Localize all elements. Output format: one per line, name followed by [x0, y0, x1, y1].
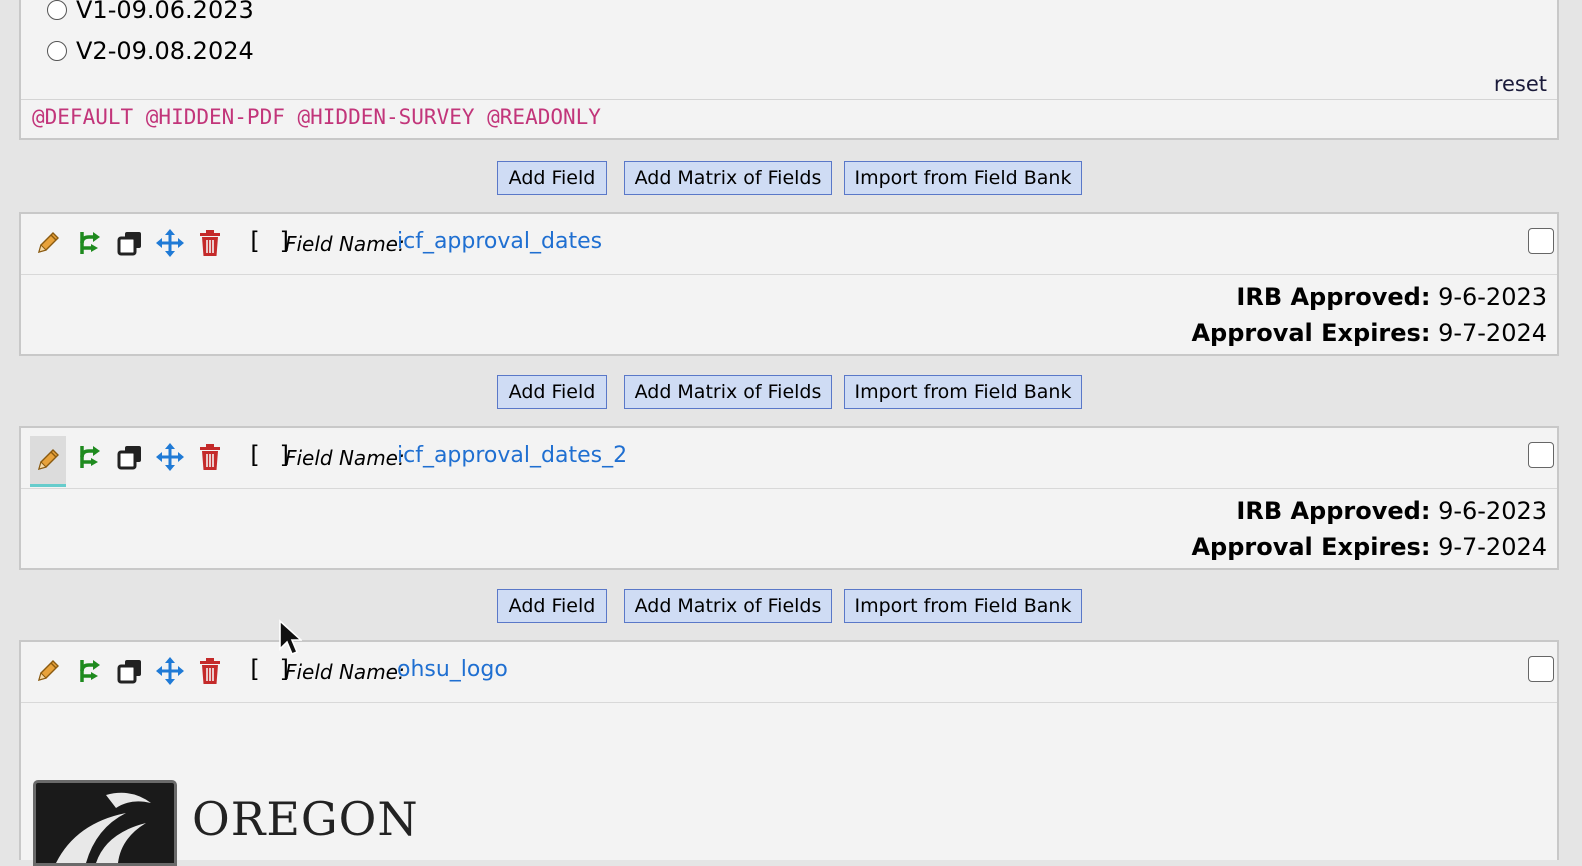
- field-name-value[interactable]: ohsu_logo: [397, 657, 508, 682]
- pencil-icon[interactable]: [33, 228, 63, 258]
- field-body: IRB Approved: 9-6-2023 Approval Expires:…: [21, 275, 1557, 354]
- field-name-label: Field Name:: [285, 660, 405, 684]
- import-field-bank-button[interactable]: Import from Field Bank: [844, 375, 1082, 409]
- irb-approved-line: IRB Approved: 9-6-2023: [1236, 283, 1547, 311]
- field-select-checkbox[interactable]: [1528, 228, 1554, 254]
- radio-button[interactable]: [47, 0, 67, 20]
- field-header: [ ] Field Name: icf_approval_dates: [21, 214, 1557, 275]
- branching-icon[interactable]: [75, 656, 105, 686]
- mouse-cursor-icon: [279, 619, 302, 656]
- field-block-icf-approval-dates-2: [ ] Field Name: icf_approval_dates_2 IRB…: [19, 426, 1559, 570]
- import-field-bank-button[interactable]: Import from Field Bank: [844, 589, 1082, 623]
- previous-field-block: V1-09.06.2023 V2-09.08.2024 reset @DEFAU…: [19, 0, 1559, 140]
- ohsu-logo-emblem: [33, 780, 177, 866]
- add-matrix-button[interactable]: Add Matrix of Fields: [624, 589, 832, 623]
- field-header: [ ] Field Name: icf_approval_dates_2: [21, 428, 1557, 489]
- import-field-bank-button[interactable]: Import from Field Bank: [844, 161, 1082, 195]
- move-icon[interactable]: [155, 442, 185, 472]
- logo-wordmark: OREGON: [192, 792, 419, 846]
- irb-approved-label: IRB Approved:: [1236, 497, 1431, 525]
- irb-approved-value: 9-6-2023: [1438, 497, 1547, 525]
- add-field-button[interactable]: Add Field: [497, 375, 607, 409]
- approval-expires-value: 9-7-2024: [1438, 533, 1547, 561]
- add-matrix-button[interactable]: Add Matrix of Fields: [624, 375, 832, 409]
- field-name-label: Field Name:: [285, 232, 405, 256]
- add-matrix-button[interactable]: Add Matrix of Fields: [624, 161, 832, 195]
- approval-expires-label: Approval Expires:: [1191, 533, 1431, 561]
- field-body: IRB Approved: 9-6-2023 Approval Expires:…: [21, 489, 1557, 568]
- approval-expires-line: Approval Expires: 9-7-2024: [1191, 533, 1547, 561]
- add-field-button[interactable]: Add Field: [497, 161, 607, 195]
- radio-option-v2[interactable]: V2-09.08.2024: [47, 37, 254, 65]
- radio-label: V2-09.08.2024: [76, 37, 254, 65]
- add-field-toolbar: Add Field Add Matrix of Fields Import fr…: [0, 161, 1582, 195]
- add-field-toolbar: Add Field Add Matrix of Fields Import fr…: [0, 589, 1582, 623]
- action-tags: @DEFAULT @HIDDEN-PDF @HIDDEN-SURVEY @REA…: [21, 99, 1557, 137]
- copy-icon[interactable]: [115, 228, 145, 258]
- branching-icon[interactable]: [75, 442, 105, 472]
- approval-expires-label: Approval Expires:: [1191, 319, 1431, 347]
- move-icon[interactable]: [155, 656, 185, 686]
- approval-expires-value: 9-7-2024: [1438, 319, 1547, 347]
- field-header: [ ] Field Name: ohsu_logo: [21, 642, 1557, 703]
- copy-icon[interactable]: [115, 442, 145, 472]
- radio-label: V1-09.06.2023: [76, 0, 254, 24]
- field-name-value[interactable]: icf_approval_dates: [397, 229, 602, 254]
- irb-approved-label: IRB Approved:: [1236, 283, 1431, 311]
- trash-icon[interactable]: [195, 656, 225, 686]
- add-field-button[interactable]: Add Field: [497, 589, 607, 623]
- radio-option-v1[interactable]: V1-09.06.2023: [47, 0, 254, 24]
- add-field-toolbar: Add Field Add Matrix of Fields Import fr…: [0, 375, 1582, 409]
- pencil-icon[interactable]: [30, 436, 66, 487]
- copy-icon[interactable]: [115, 656, 145, 686]
- field-name-label: Field Name:: [285, 446, 405, 470]
- move-icon[interactable]: [155, 228, 185, 258]
- approval-expires-line: Approval Expires: 9-7-2024: [1191, 319, 1547, 347]
- trash-icon[interactable]: [195, 228, 225, 258]
- field-block-icf-approval-dates: [ ] Field Name: icf_approval_dates IRB A…: [19, 212, 1559, 356]
- field-select-checkbox[interactable]: [1528, 442, 1554, 468]
- field-block-ohsu-logo: [ ] Field Name: ohsu_logo OREGON: [19, 640, 1559, 866]
- reset-link[interactable]: reset: [1494, 72, 1547, 96]
- field-select-checkbox[interactable]: [1528, 656, 1554, 682]
- radio-button[interactable]: [47, 41, 67, 61]
- trash-icon[interactable]: [195, 442, 225, 472]
- field-name-value[interactable]: icf_approval_dates_2: [397, 443, 627, 468]
- pencil-icon[interactable]: [33, 656, 63, 686]
- irb-approved-value: 9-6-2023: [1438, 283, 1547, 311]
- branching-icon[interactable]: [75, 228, 105, 258]
- irb-approved-line: IRB Approved: 9-6-2023: [1236, 497, 1547, 525]
